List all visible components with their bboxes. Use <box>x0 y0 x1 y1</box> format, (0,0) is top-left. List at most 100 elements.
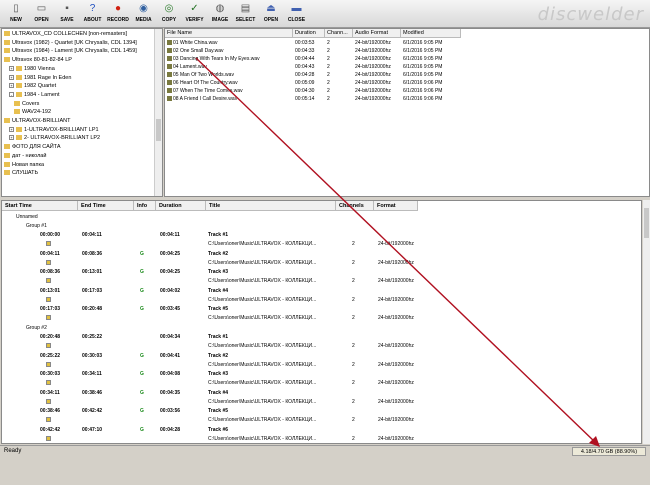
layout-column-header[interactable]: Channels <box>336 201 374 211</box>
track-row[interactable]: 00:30:03 00:34:11 G 00:04:08 Track #3 <box>2 370 641 378</box>
file-cell-format[interactable]: 24-bit/192000hz <box>353 79 401 87</box>
file-cell-modified[interactable]: 6/1/2016 9:05 PM <box>401 39 461 47</box>
tree-node[interactable]: ULTRAVOX-BRILLIANT <box>4 117 70 125</box>
file-cell-duration[interactable]: 00:05:09 <box>293 79 325 87</box>
layout-column-header[interactable]: Title <box>206 201 336 211</box>
toolbar-button-select[interactable]: ▤ SELECT <box>233 2 259 26</box>
file-column-header[interactable]: File Name <box>165 29 293 38</box>
file-cell-name[interactable]: 05 Man Of Two Worlds.wav <box>165 71 293 79</box>
tree-node[interactable]: дат - николай <box>4 152 46 160</box>
track-detail-row[interactable]: C:\Users\oner\Music\ULTRAVOX - КОЛЛЕКЦИ.… <box>2 277 641 285</box>
tree-node[interactable]: Ultravox 80-81-82-84 LP <box>4 56 72 64</box>
collapse-icon[interactable]: - <box>9 91 14 97</box>
file-cell-modified[interactable]: 6/1/2016 9:06 PM <box>401 79 461 87</box>
layout-scrollbar[interactable] <box>643 200 650 444</box>
track-row[interactable]: 00:25:22 00:30:03 G 00:04:41 Track #2 <box>2 352 641 360</box>
file-cell-modified[interactable]: 6/1/2016 9:06 PM <box>401 95 461 103</box>
toolbar-button-open[interactable]: ▭ OPEN <box>29 2 55 26</box>
toolbar-button-close[interactable]: ▬ CLOSE <box>284 2 310 26</box>
toolbar-button-copy[interactable]: ◎ COPY <box>156 2 182 26</box>
tree-scrollbar[interactable] <box>154 29 162 196</box>
project-node[interactable]: Unnamed <box>2 213 641 221</box>
track-detail-row[interactable]: C:\Users\oner\Music\ULTRAVOX - КОЛЛЕКЦИ.… <box>2 314 641 322</box>
expand-icon[interactable]: + <box>9 83 14 89</box>
track-row[interactable]: 00:08:36 00:13:01 G 00:04:25 Track #3 <box>2 268 641 276</box>
file-cell-format[interactable]: 24-bit/192000hz <box>353 63 401 71</box>
tree-node[interactable]: Новая папка <box>4 161 44 169</box>
file-cell-name[interactable]: 07 When The Time Comes.wav <box>165 87 293 95</box>
toolbar-button-media[interactable]: ◉ MEDIA <box>131 2 157 26</box>
tree-node[interactable]: Ultravox (1984) - Lament [UK Chrysalis, … <box>4 47 137 55</box>
file-cell-duration[interactable]: 00:05:14 <box>293 95 325 103</box>
track-detail-row[interactable]: C:\Users\oner\Music\ULTRAVOX - КОЛЛЕКЦИ.… <box>2 296 641 304</box>
file-cell-channels[interactable]: 2 <box>325 87 353 95</box>
file-cell-channels[interactable]: 2 <box>325 95 353 103</box>
expand-icon[interactable]: + <box>9 74 14 80</box>
file-cell-modified[interactable]: 6/1/2016 9:05 PM <box>401 71 461 79</box>
expand-icon[interactable]: + <box>9 126 14 132</box>
file-cell-channels[interactable]: 2 <box>325 47 353 55</box>
toolbar-button-record[interactable]: ● RECORD <box>105 2 131 26</box>
toolbar-button-verify[interactable]: ✓ VERIFY <box>182 2 208 26</box>
tree-node[interactable]: Ultravox (1982) - Quartet [UK Chrysalis,… <box>4 39 137 47</box>
file-cell-modified[interactable]: 6/1/2016 9:06 PM <box>401 87 461 95</box>
file-cell-channels[interactable]: 2 <box>325 39 353 47</box>
tree-node[interactable]: WAV24-192 <box>14 108 51 116</box>
file-list[interactable]: File Name Duration Chann... Audio Format Mod… <box>164 28 650 197</box>
file-cell-channels[interactable]: 2 <box>325 79 353 87</box>
file-cell-modified[interactable]: 6/1/2016 9:05 PM <box>401 55 461 63</box>
track-detail-row[interactable]: C:\Users\oner\Music\ULTRAVOX - КОЛЛЕКЦИ.… <box>2 416 641 424</box>
track-row[interactable]: 00:38:46 00:42:42 G 00:03:56 Track #5 <box>2 407 641 415</box>
tree-node[interactable]: +1982 Quartet <box>9 82 56 90</box>
tree-node[interactable]: +1-ULTRAVOX-BRILLIANT LP1 <box>9 126 99 134</box>
file-cell-format[interactable]: 24-bit/192000hz <box>353 71 401 79</box>
tree-node[interactable]: ULTRAVOX_CD COLLECHEN [non-remasters] <box>4 30 127 38</box>
file-cell-duration[interactable]: 00:04:28 <box>293 71 325 79</box>
track-detail-row[interactable]: C:\Users\oner\Music\ULTRAVOX - КОЛЛЕКЦИ.… <box>2 398 641 406</box>
tree-scroll-thumb[interactable] <box>156 119 161 141</box>
tree-node[interactable]: +2- ULTRAVOX-BRILLIANT LP2 <box>9 134 100 142</box>
tree-node[interactable]: ФОТО ДЛЯ САЙТА <box>4 143 61 151</box>
file-cell-channels[interactable]: 2 <box>325 55 353 63</box>
file-column-header[interactable]: Audio Format <box>353 29 401 38</box>
file-column-header[interactable]: Duration <box>293 29 325 38</box>
file-cell-channels[interactable]: 2 <box>325 71 353 79</box>
file-cell-modified[interactable]: 6/1/2016 9:05 PM <box>401 63 461 71</box>
track-row[interactable]: 00:00:00 00:04:11 00:04:11 Track #1 <box>2 231 641 239</box>
track-detail-row[interactable]: C:\Users\oner\Music\ULTRAVOX - КОЛЛЕКЦИ.… <box>2 379 641 387</box>
track-detail-row[interactable]: C:\Users\oner\Music\ULTRAVOX - КОЛЛЕКЦИ.… <box>2 259 641 267</box>
layout-column-header[interactable]: Duration <box>156 201 206 211</box>
toolbar-button-save[interactable]: ▪ SAVE <box>54 2 80 26</box>
file-cell-name[interactable]: 02 One Small Day.wav <box>165 47 293 55</box>
file-cell-name[interactable]: 03 Dancing With Tears In My Eyes.wav <box>165 55 293 63</box>
file-cell-name[interactable]: 08 A Friend I Call Desire.wav <box>165 95 293 103</box>
file-cell-name[interactable]: 01 White China.wav <box>165 39 293 47</box>
track-row[interactable]: 00:20:48 00:25:22 00:04:34 Track #1 <box>2 333 641 341</box>
track-detail-row[interactable]: C:\Users\oner\Music\ULTRAVOX - КОЛЛЕКЦИ.… <box>2 240 641 248</box>
toolbar-button-new[interactable]: ▯ NEW <box>3 2 29 26</box>
track-row[interactable]: 00:04:11 00:08:36 G 00:04:25 Track #2 <box>2 250 641 258</box>
file-cell-format[interactable]: 24-bit/192000hz <box>353 55 401 63</box>
file-cell-name[interactable]: 04 Lament.wav <box>165 63 293 71</box>
file-cell-name[interactable]: 06 Heart Of The Country.wav <box>165 79 293 87</box>
file-cell-format[interactable]: 24-bit/192000hz <box>353 87 401 95</box>
file-cell-duration[interactable]: 00:04:43 <box>293 63 325 71</box>
layout-column-header[interactable]: End Time <box>78 201 134 211</box>
tree-node[interactable]: СЛУШАТЬ <box>4 169 38 177</box>
toolbar-button-image[interactable]: ◍ IMAGE <box>207 2 233 26</box>
track-row[interactable]: 00:42:42 00:47:10 G 00:04:28 Track #6 <box>2 426 641 434</box>
folder-tree[interactable]: ULTRAVOX_CD COLLECHEN [non-remasters] Ult… <box>1 28 163 197</box>
track-detail-row[interactable]: C:\Users\oner\Music\ULTRAVOX - КОЛЛЕКЦИ.… <box>2 435 641 443</box>
file-column-header[interactable]: Modified <box>401 29 461 38</box>
tree-node[interactable]: +1981 Rage In Eden <box>9 74 71 82</box>
file-column-header[interactable]: Chann... <box>325 29 353 38</box>
track-row[interactable]: 00:17:03 00:20:48 G 00:03:45 Track #5 <box>2 305 641 313</box>
toolbar-button-about[interactable]: ? ABOUT <box>80 2 106 26</box>
tree-node[interactable]: Covers <box>14 100 39 108</box>
file-cell-duration[interactable]: 00:03:53 <box>293 39 325 47</box>
group-node[interactable]: Group #1 <box>2 222 641 230</box>
track-detail-row[interactable]: C:\Users\oner\Music\ULTRAVOX - КОЛЛЕКЦИ.… <box>2 361 641 369</box>
group-node[interactable]: Group #2 <box>2 324 641 332</box>
expand-icon[interactable]: + <box>9 65 14 71</box>
toolbar-button-open[interactable]: ⏏ OPEN <box>258 2 284 26</box>
